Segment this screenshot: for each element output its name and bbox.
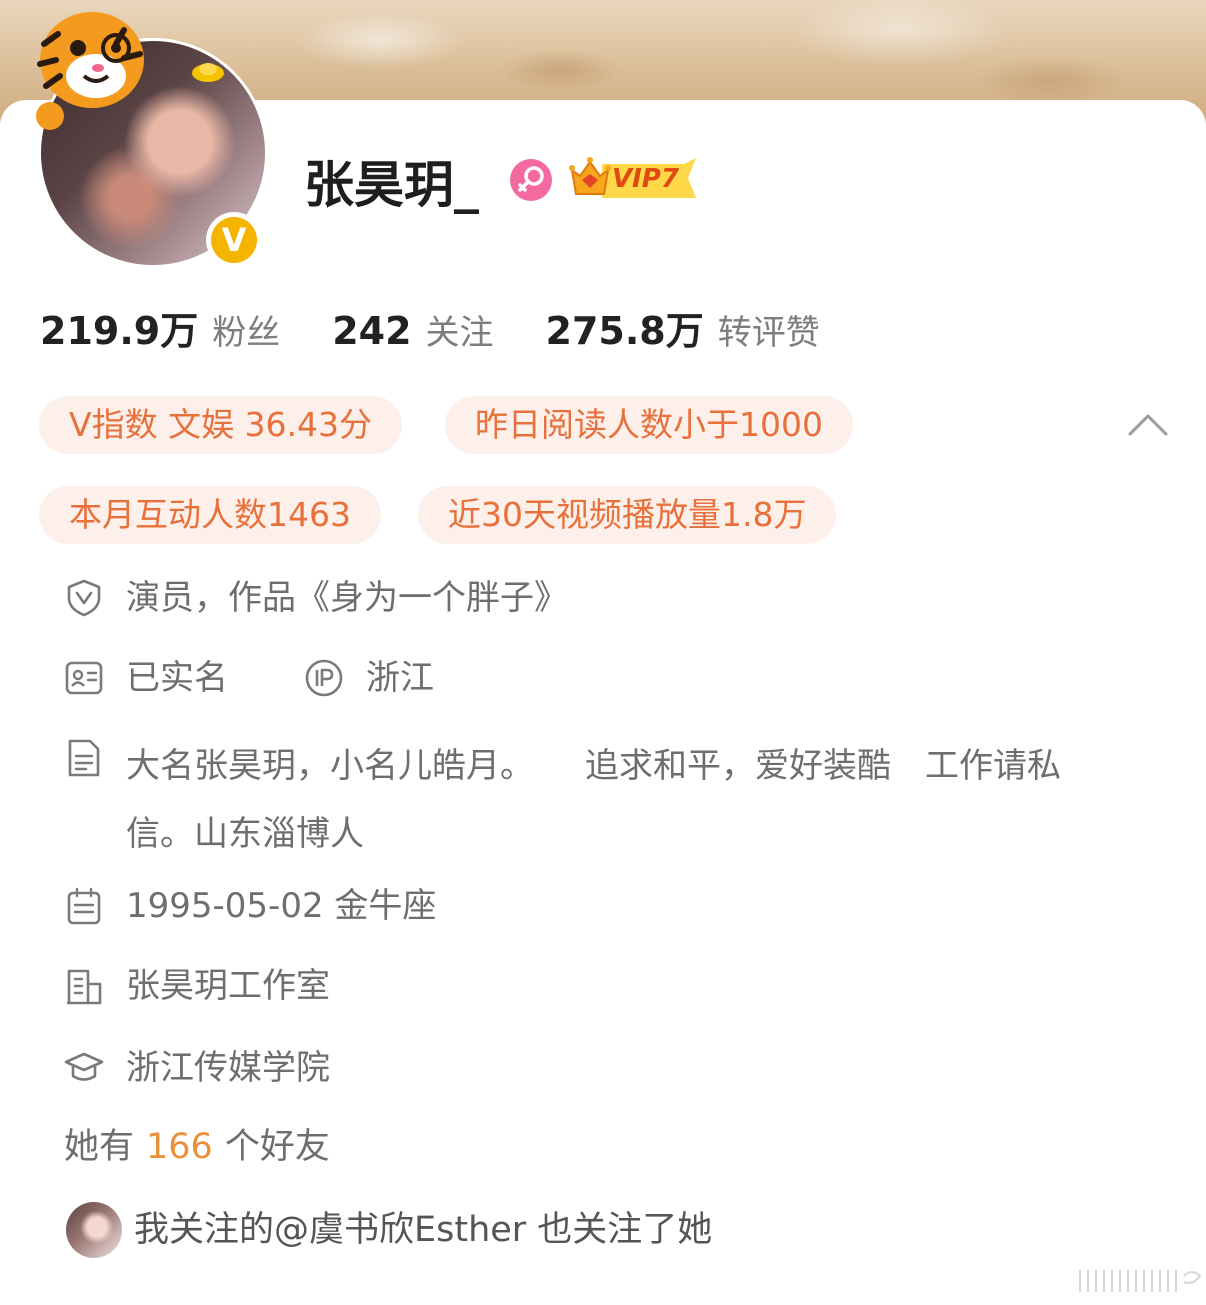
verification-info: 演员，作品《身为一个胖子》 (126, 578, 568, 618)
ip-location-icon (305, 659, 343, 697)
id-card-icon (65, 661, 103, 695)
female-icon (510, 159, 552, 201)
followers-count: 219.9万 (40, 309, 199, 353)
company-info: 张昊玥工作室 (126, 966, 330, 1006)
tag-video-plays[interactable]: 近30天视频播放量1.8万 (418, 486, 837, 544)
followers-stat[interactable]: 219.9万 粉丝 (40, 300, 280, 355)
building-icon (67, 969, 102, 1005)
vip-badge[interactable]: VIP7 (568, 154, 700, 204)
followers-label: 粉丝 (212, 313, 281, 353)
interactions-stat[interactable]: 275.8万 转评赞 (546, 300, 820, 355)
verified-badge: V (206, 212, 262, 268)
profile-page: V 张昊玥_ VIP7 219.9万 粉丝 242 关注 275.8万 转评赞 … (0, 0, 1206, 1305)
school-info: 浙江传媒学院 (126, 1048, 330, 1088)
tag-monthly-interactions[interactable]: 本月互动人数1463 (39, 486, 381, 544)
real-name-status: 已实名 (126, 658, 228, 698)
following-label: 关注 (425, 313, 494, 353)
gold-ingot-icon (192, 63, 224, 82)
vip-label: VIP7 (612, 164, 679, 194)
profile-bio: 大名张昊玥，小名儿皓月。 追求和平，爱好装酷 工作请私信。山东淄博人 (126, 746, 1061, 854)
interactions-count: 275.8万 (545, 309, 704, 353)
following-stat[interactable]: 242 关注 (332, 305, 493, 354)
following-count: 242 (332, 309, 412, 353)
graduation-cap-icon (64, 1052, 104, 1081)
mutual-follower-avatar[interactable] (66, 1202, 122, 1258)
chevron-up-icon[interactable] (1126, 410, 1170, 440)
shield-v-icon (67, 579, 101, 617)
tag-yesterday-reads[interactable]: 昨日阅读人数小于1000 (445, 396, 853, 454)
stats-row: 219.9万 粉丝 242 关注 275.8万 转评赞 (40, 300, 820, 370)
interactions-label: 转评赞 (717, 313, 820, 353)
friends-count: 166 (146, 1127, 213, 1167)
friends-suffix: 个好友 (224, 1127, 330, 1167)
profile-username: 张昊玥_ (304, 156, 479, 214)
tag-v-index[interactable]: V指数 文娱 36.43分 (39, 396, 403, 454)
verified-v-icon: V (211, 217, 257, 263)
ip-location: 浙江 (366, 658, 434, 698)
mutual-follow-info[interactable]: 我关注的@虞书欣Esther 也关注了她 (134, 1204, 712, 1256)
friends-summary[interactable]: 她有 166 个好友 (64, 1122, 330, 1172)
friends-prefix: 她有 (64, 1127, 135, 1167)
watermark-lines-icon (1079, 1270, 1202, 1292)
document-icon (68, 739, 100, 777)
calendar-icon (67, 887, 101, 925)
tiger-pendant-icon (36, 12, 144, 130)
birthday-info: 1995-05-02 金牛座 (126, 886, 437, 926)
